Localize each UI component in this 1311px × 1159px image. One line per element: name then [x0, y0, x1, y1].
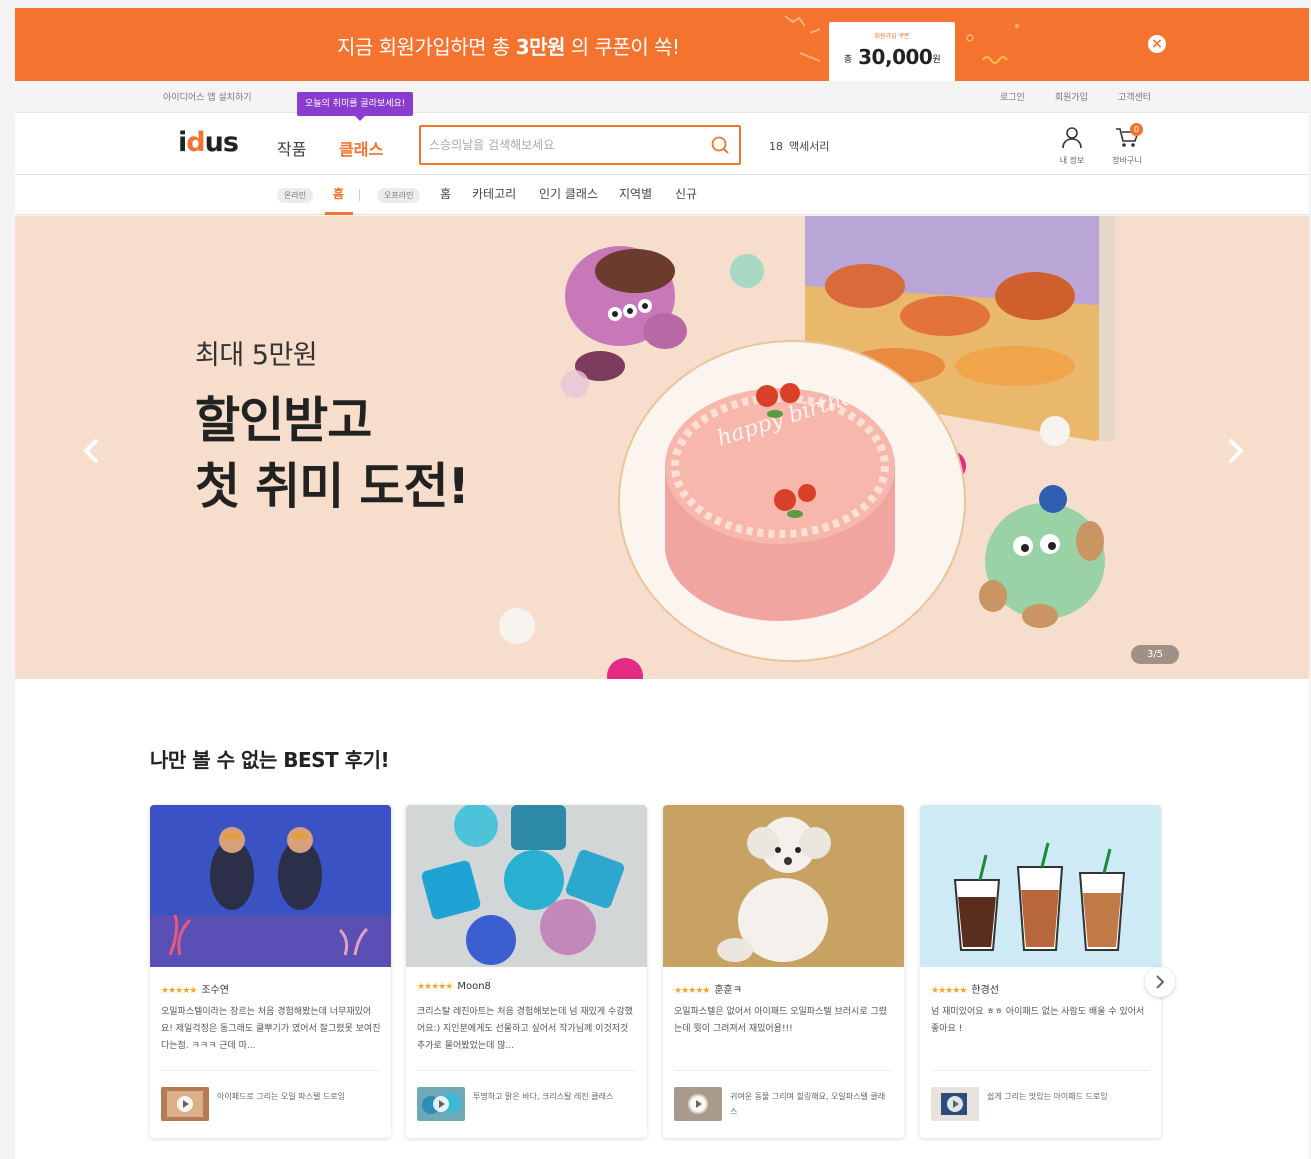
- user-icon: [1062, 127, 1082, 149]
- chevron-left-icon[interactable]: [80, 436, 104, 466]
- coupon-label: 회원가입 쿠폰: [874, 33, 910, 40]
- review-text: 오일파스텔이라는 장르는 처음 경험해봤는데 너무재밌어요! 제일걱정은 동그래…: [161, 1007, 381, 1051]
- hero-banner[interactable]: happy birthday 최대 5만원 할인받고 첫 취미 도전! 3/5: [15, 216, 1309, 679]
- rating-stars: ★★★★★: [931, 986, 967, 996]
- search-icon[interactable]: [710, 135, 730, 155]
- review-meta: ★★★★★ 한경선: [931, 981, 999, 996]
- review-image: [663, 805, 904, 967]
- nav-class[interactable]: 클래스: [339, 136, 383, 160]
- hero-subtitle: 최대 5만원: [195, 340, 318, 371]
- tab-offline-home[interactable]: 홈: [440, 185, 451, 202]
- search-box[interactable]: [419, 125, 741, 165]
- review-image: [920, 805, 1161, 967]
- close-icon[interactable]: ×: [1148, 35, 1166, 53]
- promo-banner[interactable]: 지금 회원가입하면 총 3만원 의 쿠폰이 쏙! 회원가입 쿠폰 총 30,00…: [15, 8, 1309, 81]
- coupon-amount: 총 30,000원: [843, 45, 941, 69]
- class-title: 아이패드로 그리는 오일 파스텔 드로잉: [217, 1092, 345, 1101]
- divider: [161, 1070, 380, 1071]
- tab-region[interactable]: 지역별: [619, 185, 652, 202]
- sub-navigation: 온라인 홈 오프라인 홈 카테고리 인기 클래스 지역별 신규: [15, 175, 1309, 215]
- pink-felt-doll: [565, 246, 687, 381]
- class-link[interactable]: 아이패드로 그리는 오일 파스텔 드로잉: [161, 1087, 381, 1123]
- install-app-link[interactable]: 아이디어스 앱 설치하기: [163, 90, 252, 103]
- rating-stars: ★★★★★: [674, 986, 710, 996]
- green-felt-doll: [979, 485, 1105, 628]
- review-text: 넘 재미있어요 ㅎㅎ 아이패드 없는 사람도 배울 수 있어서 좋아요 !: [931, 1007, 1145, 1034]
- review-text: 오일파스텔은 없어서 아이패드 오일파스텔 브러시로 그렸는데 뭣이 그려져서 …: [674, 1007, 888, 1034]
- tab-online-home[interactable]: 홈: [333, 185, 344, 202]
- slide-counter: 3/5: [1131, 645, 1179, 664]
- hero-title: 할인받고 첫 취미 도전!: [195, 392, 470, 515]
- tab-new[interactable]: 신규: [675, 185, 697, 202]
- my-info-button[interactable]: 내 정보: [1047, 125, 1097, 166]
- tab-category[interactable]: 카테고리: [472, 185, 516, 202]
- active-tab-indicator: [325, 212, 353, 215]
- play-icon: [177, 1096, 193, 1112]
- play-icon: [947, 1096, 963, 1112]
- cart-button[interactable]: 0 장바구니: [1102, 123, 1152, 166]
- divider: [359, 189, 360, 201]
- search-input[interactable]: [429, 135, 699, 155]
- class-title: 투명하고 맑은 바다, 크리스탈 레진 클래스: [473, 1092, 614, 1101]
- login-link[interactable]: 로그인: [1000, 90, 1025, 103]
- page: 지금 회원가입하면 총 3만원 의 쿠폰이 쏙! 회원가입 쿠폰 총 30,00…: [15, 8, 1309, 1159]
- customer-center-link[interactable]: 고객센터: [1118, 90, 1151, 103]
- rating-stars: ★★★★★: [417, 982, 453, 992]
- idus-logo[interactable]: idus: [178, 127, 239, 158]
- promo-text: 지금 회원가입하면 총 3만원 의 쿠폰이 쏙!: [337, 35, 680, 59]
- nav-works[interactable]: 작품: [277, 136, 306, 160]
- online-chip: 온라인: [277, 188, 314, 203]
- coupon-card[interactable]: 회원가입 쿠폰 총 30,000원: [829, 22, 955, 81]
- class-thumbnail: [417, 1087, 465, 1121]
- utility-bar: 아이디어스 앱 설치하기 로그인 회원가입 고객센터: [15, 81, 1309, 113]
- divider: [674, 1070, 893, 1071]
- review-card[interactable]: ★★★★★ 훈훈ㅋ 오일파스텔은 없어서 아이패드 오일파스텔 브러시로 그렸는데…: [663, 805, 904, 1138]
- review-card[interactable]: ★★★★★ 한경선 넘 재미있어요 ㅎㅎ 아이패드 없는 사람도 배울 수 있어서…: [920, 805, 1161, 1138]
- review-meta: ★★★★★ 조수연: [161, 981, 229, 996]
- offline-chip: 오프라인: [377, 188, 421, 203]
- signup-link[interactable]: 회원가입: [1055, 90, 1088, 103]
- rating-stars: ★★★★★: [161, 986, 197, 996]
- my-info-label: 내 정보: [1059, 156, 1085, 165]
- divider: [417, 1070, 636, 1071]
- class-tooltip: 오늘의 취미를 골라보세요!: [297, 92, 414, 121]
- review-author: 조수연: [201, 985, 229, 996]
- class-link[interactable]: 쉽게 그리는 맛있는 아이패드 드로잉: [931, 1087, 1151, 1123]
- review-author: 한경선: [971, 985, 999, 996]
- class-link[interactable]: 귀여운 동물 그리며 힐링해요, 오일파스텔 클래스: [674, 1087, 894, 1123]
- utility-links: 로그인 회원가입 고객센터: [1000, 90, 1151, 103]
- review-image: [150, 805, 391, 967]
- main-header: idus 작품 클래스 18액세서리 내 정보 0 장바구니: [15, 113, 1309, 175]
- class-title: 귀여운 동물 그리며 힐링해요, 오일파스텔 클래스: [730, 1092, 886, 1116]
- class-title: 쉽게 그리는 맛있는 아이패드 드로잉: [987, 1092, 1108, 1101]
- class-thumbnail: [931, 1087, 979, 1121]
- review-meta: ★★★★★ 훈훈ㅋ: [674, 981, 742, 996]
- reviews-section-title: 나만 볼 수 없는 BEST 후기!: [150, 748, 390, 772]
- chevron-right-icon: [1156, 975, 1165, 989]
- next-reviews-button[interactable]: [1145, 967, 1175, 997]
- tab-popular-class[interactable]: 인기 클래스: [539, 185, 598, 202]
- review-author: Moon8: [457, 981, 491, 992]
- divider: [931, 1070, 1150, 1071]
- class-link[interactable]: 투명하고 맑은 바다, 크리스탈 레진 클래스: [417, 1087, 637, 1123]
- class-thumbnail: [674, 1087, 722, 1121]
- cart-count-badge: 0: [1130, 123, 1143, 136]
- chevron-right-icon[interactable]: [1223, 436, 1247, 466]
- review-text: 크리스탈 레진아트는 처음 경험해보는데 넘 재밌게 수강했어요:) 지인분에게…: [417, 1007, 633, 1051]
- play-icon: [690, 1096, 706, 1112]
- review-image: [406, 805, 647, 967]
- cart-label: 장바구니: [1112, 156, 1142, 165]
- review-card[interactable]: ★★★★★ 조수연 오일파스텔이라는 장르는 처음 경험해봤는데 너무재밌어요! …: [150, 805, 391, 1138]
- review-author: 훈훈ㅋ: [714, 985, 742, 996]
- review-meta: ★★★★★ Moon8: [417, 981, 491, 992]
- trending-keyword[interactable]: 18 액세서리: [769, 138, 829, 154]
- review-cards: ★★★★★ 조수연 오일파스텔이라는 장르는 처음 경험해봤는데 너무재밌어요! …: [150, 805, 1180, 1145]
- class-thumbnail: [161, 1087, 209, 1121]
- play-icon: [433, 1096, 449, 1112]
- review-card[interactable]: ★★★★★ Moon8 크리스탈 레진아트는 처음 경험해보는데 넘 재밌게 수강…: [406, 805, 647, 1138]
